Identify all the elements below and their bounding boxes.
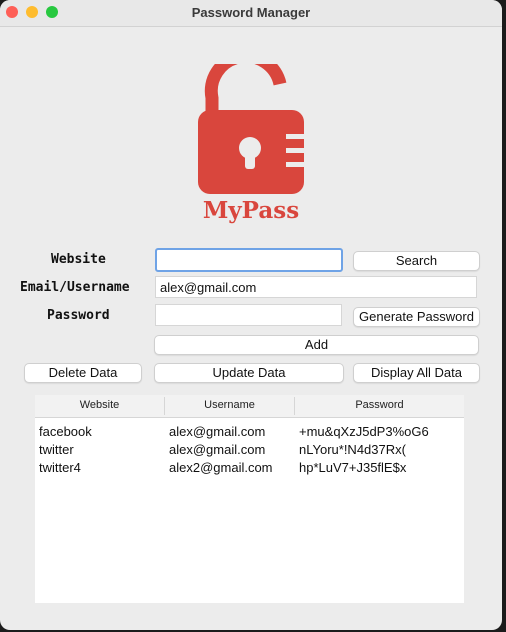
display-all-data-button[interactable]: Display All Data	[353, 363, 480, 383]
update-data-button[interactable]: Update Data	[154, 363, 344, 383]
table-row[interactable]: twitter alex@gmail.com nLYoru*!N4d37Rx(	[35, 442, 464, 460]
table-row[interactable]: facebook alex@gmail.com +mu&qXzJ5dP3%oG6	[35, 424, 464, 442]
cell-website: twitter	[39, 442, 74, 457]
search-button[interactable]: Search	[353, 251, 480, 271]
password-input[interactable]	[155, 304, 342, 326]
cell-username: alex2@gmail.com	[169, 460, 273, 475]
cell-username: alex@gmail.com	[169, 424, 266, 439]
cell-website: facebook	[39, 424, 92, 439]
email-username-input[interactable]	[155, 276, 477, 298]
column-header-website[interactable]: Website	[35, 399, 164, 411]
cell-password: +mu&qXzJ5dP3%oG6	[299, 424, 429, 439]
cell-password: hp*LuV7+J35flE$x	[299, 460, 407, 475]
padlock-icon	[198, 64, 304, 194]
cell-website: twitter4	[39, 460, 81, 475]
website-input[interactable]	[155, 248, 343, 272]
delete-data-button[interactable]: Delete Data	[24, 363, 142, 383]
column-header-password[interactable]: Password	[295, 399, 464, 411]
table-row[interactable]: twitter4 alex2@gmail.com hp*LuV7+J35flE$…	[35, 460, 464, 478]
cell-password: nLYoru*!N4d37Rx(	[299, 442, 406, 457]
logo-text: MyPass	[203, 197, 299, 224]
website-label: Website	[51, 252, 106, 267]
password-label: Password	[47, 308, 110, 323]
email-username-label: Email/Username	[20, 280, 130, 295]
column-header-username[interactable]: Username	[165, 399, 294, 411]
window-title: Password Manager	[191, 5, 311, 20]
generate-password-button[interactable]: Generate Password	[353, 307, 480, 327]
passwords-table[interactable]: Website Username Password facebook alex@…	[35, 395, 464, 603]
title-bar: Password Manager	[0, 0, 502, 27]
add-button[interactable]: Add	[154, 335, 479, 355]
cell-username: alex@gmail.com	[169, 442, 266, 457]
table-header: Website Username Password	[35, 395, 464, 418]
password-manager-window: Password Manager MyPass Website Search E…	[0, 0, 502, 630]
mypass-logo: MyPass	[198, 64, 304, 224]
background-edge	[502, 0, 506, 632]
